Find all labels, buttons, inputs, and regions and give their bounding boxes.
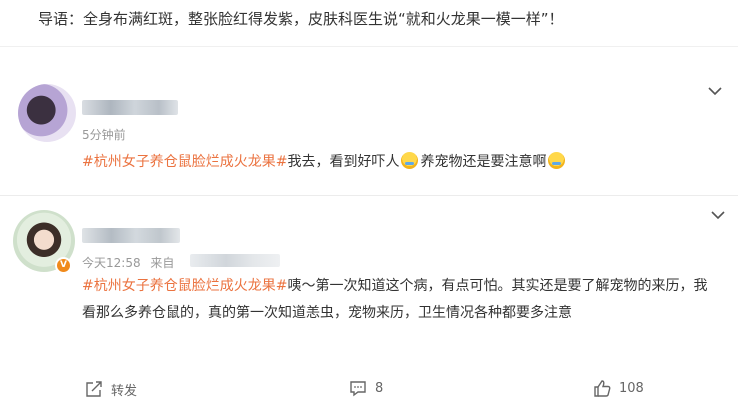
comment-button[interactable]: 8 (349, 380, 383, 397)
verified-badge: V (55, 257, 72, 274)
share-label: 转发 (111, 384, 138, 399)
divider (0, 195, 738, 196)
avatar[interactable] (18, 84, 76, 142)
thumbs-up-icon (594, 380, 611, 397)
crying-laughing-emoji-icon (401, 152, 419, 169)
hashtag-link[interactable]: #杭州女子养仓鼠脸烂成火龙果# (82, 278, 287, 294)
source-blurred (190, 254, 280, 267)
article-intro: 导语：全身布满红斑，整张脸红得发紫，皮肤科医生说“就和火龙果一模一样”！ (38, 10, 564, 28)
like-button[interactable]: 108 (593, 380, 644, 397)
share-button[interactable]: 转发 (85, 380, 137, 399)
comment-count: 8 (375, 381, 384, 396)
comment-body: 养宠物还是要注意啊 (420, 154, 547, 170)
share-icon (86, 381, 102, 397)
comment-time: 今天12:58 (82, 256, 141, 270)
comment-time: 5分钟前 (82, 128, 126, 142)
hashtag-link[interactable]: #杭州女子养仓鼠脸烂成火龙果# (82, 154, 287, 170)
comment-text: #杭州女子养仓鼠脸烂成火龙果#咦～第一次知道这个病，有点可怕。其实还是要了解宠物… (82, 273, 717, 327)
comment-icon (350, 381, 366, 397)
username-blurred[interactable] (82, 100, 178, 115)
comment-meta: 今天12:58 来自 (82, 254, 174, 271)
source-label: 来自 (150, 256, 175, 270)
comment-body: 我去，看到好吓人 (287, 154, 400, 170)
crying-laughing-emoji-icon (548, 152, 566, 169)
like-count: 108 (619, 381, 644, 396)
chevron-down-icon[interactable] (711, 210, 725, 220)
username-blurred[interactable] (82, 228, 180, 243)
divider (0, 46, 738, 47)
comment-text: #杭州女子养仓鼠脸烂成火龙果#我去，看到好吓人 养宠物还是要注意啊 (82, 149, 567, 176)
chevron-down-icon[interactable] (708, 86, 722, 96)
